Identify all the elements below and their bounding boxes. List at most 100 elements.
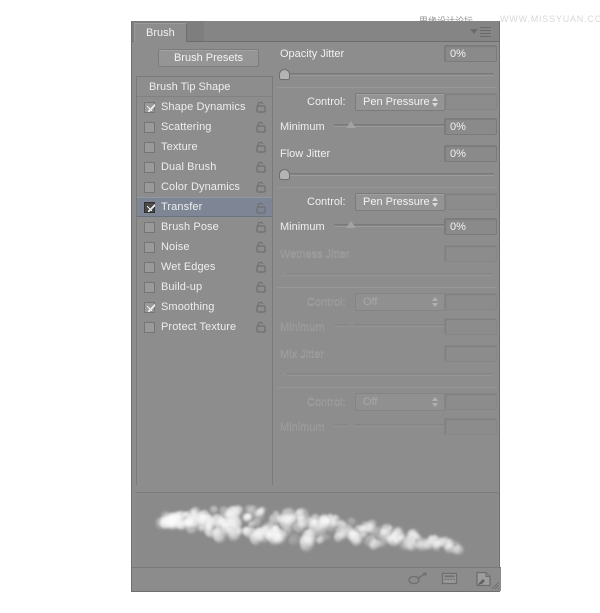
- section-value-input[interactable]: [444, 245, 497, 262]
- brush-option-row-build-up[interactable]: Build-up: [137, 277, 272, 297]
- minimum-slider-knob[interactable]: [345, 121, 356, 128]
- section-mix-jitter: Mix Jitter Control: Off Minimum: [277, 345, 497, 435]
- section-divider: [277, 387, 497, 388]
- brush-option-label: Dual Brush: [161, 161, 217, 173]
- section-wetness-jitter: Wetness Jitter Control: Off Minimum: [277, 245, 497, 335]
- brush-option-row-color-dynamics[interactable]: Color Dynamics: [137, 177, 272, 197]
- slider-track: [279, 373, 494, 376]
- unlocked-icon[interactable]: [256, 101, 266, 113]
- brush-option-row-dual-brush[interactable]: Dual Brush: [137, 157, 272, 177]
- checkbox-7[interactable]: [144, 241, 155, 253]
- minimum-value-input[interactable]: [444, 418, 497, 435]
- brush-option-row-scattering[interactable]: Scattering: [137, 117, 272, 137]
- unlocked-icon[interactable]: [256, 261, 266, 273]
- unlocked-icon[interactable]: [256, 141, 266, 153]
- brush-tip-shape-item[interactable]: Brush Tip Shape: [137, 77, 272, 97]
- section-divider: [277, 287, 497, 288]
- unlocked-icon[interactable]: [256, 281, 266, 293]
- brush-option-row-shape-dynamics[interactable]: Shape Dynamics: [137, 97, 272, 117]
- slider-track: [279, 273, 494, 276]
- slider-knob[interactable]: [279, 169, 290, 180]
- control-extra-field: [444, 393, 497, 410]
- brush-option-row-brush-pose[interactable]: Brush Pose: [137, 217, 272, 237]
- tab-strip-empty-area: [204, 21, 499, 42]
- slider-knob[interactable]: [279, 69, 290, 80]
- checkbox-6[interactable]: [144, 221, 155, 233]
- tab-brush[interactable]: Brush: [134, 23, 187, 42]
- control-extra-field: [444, 193, 497, 210]
- panel-resize-handle[interactable]: [490, 580, 500, 590]
- control-row: Control: Off: [277, 293, 497, 313]
- minimum-value-input[interactable]: [444, 318, 497, 335]
- checkbox-4[interactable]: [144, 181, 155, 193]
- minimum-slider-knob[interactable]: [345, 221, 356, 228]
- section-title-row: Mix Jitter: [277, 345, 497, 365]
- unlocked-icon[interactable]: [256, 301, 266, 313]
- brush-option-row-texture[interactable]: Texture: [137, 137, 272, 157]
- unlocked-icon[interactable]: [256, 121, 266, 133]
- minimum-row: Minimum: [277, 318, 497, 338]
- control-select[interactable]: Off: [355, 393, 445, 411]
- checkbox-2[interactable]: [144, 141, 155, 153]
- section-slider[interactable]: [279, 369, 494, 383]
- checkbox-0[interactable]: [144, 101, 155, 113]
- unlocked-icon[interactable]: [256, 241, 266, 253]
- section-value-input[interactable]: 0%: [444, 45, 497, 62]
- slider-track: [279, 173, 494, 176]
- checkbox-1[interactable]: [144, 121, 155, 133]
- minimum-slider-knob[interactable]: [345, 421, 356, 428]
- checkbox-9[interactable]: [144, 281, 155, 293]
- section-title-row: Wetness Jitter: [277, 245, 497, 265]
- section-value-input[interactable]: 0%: [444, 145, 497, 162]
- chevron-down-icon: [470, 29, 478, 34]
- unlocked-icon[interactable]: [256, 181, 266, 193]
- stepper-arrows-icon[interactable]: [432, 397, 438, 407]
- section-slider[interactable]: [279, 69, 494, 83]
- stepper-arrows-icon[interactable]: [432, 97, 438, 107]
- slider-knob[interactable]: [279, 270, 289, 277]
- panel-menu-icon[interactable]: [470, 25, 494, 38]
- panel-tab-bar: Brush: [132, 21, 499, 42]
- minimum-value-input[interactable]: 0%: [444, 218, 497, 235]
- brush-option-row-noise[interactable]: Noise: [137, 237, 272, 257]
- stepper-arrows-icon[interactable]: [432, 197, 438, 207]
- brush-option-row-protect-texture[interactable]: Protect Texture: [137, 317, 272, 337]
- slider-knob[interactable]: [279, 370, 289, 377]
- checkbox-3[interactable]: [144, 161, 155, 173]
- brush-option-row-transfer[interactable]: Transfer: [137, 197, 272, 217]
- checkbox-8[interactable]: [144, 261, 155, 273]
- section-value-input[interactable]: [444, 345, 497, 362]
- minimum-slider-knob[interactable]: [345, 321, 356, 328]
- brush-option-label: Smoothing: [161, 301, 215, 313]
- control-label: Control:: [307, 296, 346, 308]
- minimum-label: Minimum: [280, 421, 325, 433]
- control-select[interactable]: Pen Pressure: [355, 193, 445, 211]
- checkbox-10[interactable]: [144, 301, 155, 313]
- brush-option-list: Brush Tip Shape Shape Dynamics Scattering…: [136, 76, 273, 485]
- brush-option-row-smoothing[interactable]: Smoothing: [137, 297, 272, 317]
- new-brush-preset-icon[interactable]: [441, 571, 461, 588]
- minimum-label: Minimum: [280, 121, 325, 133]
- brush-option-label: Transfer: [161, 201, 203, 213]
- section-slider[interactable]: [279, 269, 494, 283]
- checkbox-5[interactable]: [144, 201, 155, 213]
- checkbox-11[interactable]: [144, 321, 155, 333]
- minimum-value-input[interactable]: 0%: [444, 118, 497, 135]
- control-select[interactable]: Pen Pressure: [355, 93, 445, 111]
- section-title: Wetness Jitter: [280, 248, 350, 260]
- unlocked-icon[interactable]: [256, 321, 266, 333]
- control-select[interactable]: Off: [355, 293, 445, 311]
- section-slider[interactable]: [279, 169, 494, 183]
- brush-option-label: Color Dynamics: [161, 181, 241, 193]
- brush-presets-button[interactable]: Brush Presets: [158, 49, 259, 67]
- unlocked-icon[interactable]: [256, 221, 266, 233]
- brush-option-label: Shape Dynamics: [161, 101, 246, 113]
- unlocked-icon[interactable]: [256, 161, 266, 173]
- brush-option-label: Noise: [161, 241, 190, 253]
- minimum-row: Minimum: [277, 418, 497, 438]
- unlocked-icon[interactable]: [256, 202, 266, 214]
- stepper-arrows-icon[interactable]: [432, 297, 438, 307]
- brush-option-row-wet-edges[interactable]: Wet Edges: [137, 257, 272, 277]
- toggle-airbrush-icon[interactable]: [407, 571, 427, 588]
- control-label: Control:: [307, 96, 346, 108]
